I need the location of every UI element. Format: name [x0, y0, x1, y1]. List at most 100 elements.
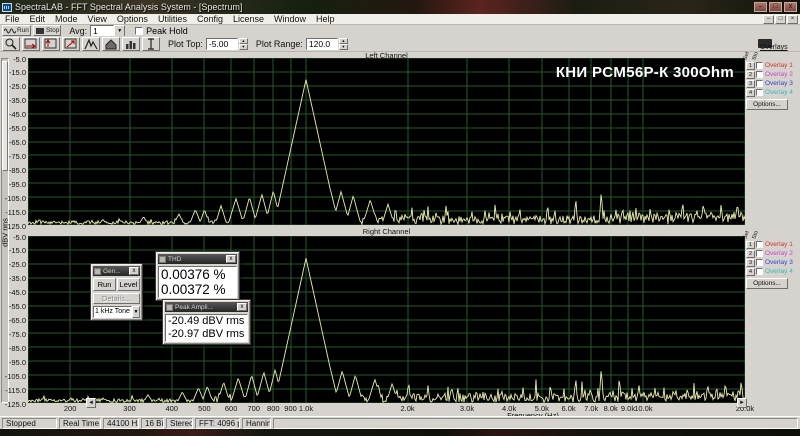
overlay-2-set-button[interactable]: 2 [746, 71, 755, 79]
generator-close-icon[interactable]: x [129, 267, 139, 275]
title-bar[interactable]: SpectraLAB - FFT Spectral Analysis Syste… [0, 0, 800, 14]
overlay-3-checkbox[interactable] [756, 259, 763, 266]
overlay-2-label: Overlay 2 [765, 71, 793, 78]
generator-signal-select[interactable]: 1 kHz Tone ▼ [93, 306, 140, 318]
menu-item-view[interactable]: View [83, 14, 112, 25]
menu-item-file[interactable]: File [0, 14, 25, 25]
plot-top-spinner[interactable]: ▲▼ [239, 38, 248, 50]
overlay-row: 1Overlay 1 [746, 61, 800, 70]
avg-select[interactable]: 1 ▼ [90, 25, 125, 37]
menu-item-window[interactable]: Window [269, 14, 311, 25]
plot-range-label: Plot Range: [256, 39, 303, 49]
menu-item-mode[interactable]: Mode [50, 14, 83, 25]
overlay-4-checkbox[interactable] [756, 268, 763, 275]
thd-close-icon[interactable]: x [226, 255, 236, 263]
menu-bar: FileEditModeViewOptionsUtilitiesConfigLi… [0, 14, 800, 25]
close-icon[interactable]: x [784, 2, 797, 12]
x-tick: 400 [157, 404, 187, 413]
overlay-1-set-button[interactable]: 1 [746, 62, 755, 70]
peak-window-title: Peak Ampli... [175, 304, 213, 311]
generator-window-titlebar[interactable]: Gen... x [93, 266, 140, 276]
time-axis-button[interactable] [22, 37, 40, 51]
peak-right-value: -20.97 dBV rms [166, 328, 247, 341]
thd-right-value: 0.00372 % [159, 282, 236, 297]
chevron-down-icon[interactable]: ▼ [132, 306, 140, 318]
right-y-tick: -55.0 [0, 302, 26, 311]
overlay-1-checkbox[interactable] [756, 241, 763, 248]
menu-item-edit[interactable]: Edit [25, 14, 51, 25]
x-tick: 500 [189, 404, 219, 413]
zoom-button[interactable] [2, 37, 20, 51]
left-y-tick: -35.0 [0, 96, 26, 105]
overlay-3-set-button[interactable]: 3 [746, 259, 755, 267]
menu-item-help[interactable]: Help [311, 14, 340, 25]
overlay-1-set-button[interactable]: 1 [746, 241, 755, 249]
left-y-tick: -75.0 [0, 152, 26, 161]
scroll-left-icon[interactable]: ◄ [86, 398, 96, 408]
left-y-tick: -125.0 [0, 222, 26, 231]
scroll-right-icon[interactable]: ► [737, 398, 747, 408]
left-y-tick: -15.0 [0, 68, 26, 77]
generator-run-button[interactable]: Run [93, 278, 116, 291]
peak-hold-checkbox[interactable] [135, 27, 143, 35]
menu-item-options[interactable]: Options [112, 14, 153, 25]
amplitude-axis-button[interactable] [42, 37, 60, 51]
frequency-axis-button[interactable] [62, 37, 80, 51]
thd-window-titlebar[interactable]: THD x [158, 254, 237, 264]
overlay-4-checkbox[interactable] [756, 89, 763, 96]
time-axis-icon [24, 37, 38, 51]
run-button[interactable]: Run [2, 25, 31, 36]
zoom-icon [4, 37, 18, 51]
overlay-row: 3Overlay 3 [746, 258, 800, 267]
status-field-5: FFT: 4096 pts [195, 418, 240, 429]
menu-item-utilities[interactable]: Utilities [153, 14, 192, 25]
cursor-button[interactable] [142, 37, 160, 51]
peak-close-icon[interactable]: x [237, 303, 247, 311]
generator-window-icon [94, 268, 101, 275]
desktop-strip [0, 429, 800, 436]
overlay-3-checkbox[interactable] [756, 80, 763, 87]
peak-marker-button[interactable] [82, 37, 100, 51]
plot-range-input[interactable]: 120.0 [306, 38, 338, 50]
generator-details-button[interactable]: Details... [93, 293, 140, 304]
menu-item-license[interactable]: License [228, 14, 269, 25]
overlay-2-set-button[interactable]: 2 [746, 250, 755, 258]
plot-top-input[interactable]: -5.00 [206, 38, 238, 50]
generator-level-button[interactable]: Level [117, 278, 140, 291]
thd-left-value: 0.00376 % [159, 267, 236, 282]
left-y-tick: -5.0 [0, 55, 26, 64]
frequency-axis-icon [64, 37, 78, 51]
plot-range-spinner[interactable]: ▲▼ [339, 38, 348, 50]
menu-item-config[interactable]: Config [192, 14, 228, 25]
status-field-filler [273, 418, 798, 429]
overlay-1-checkbox[interactable] [756, 62, 763, 69]
home-button[interactable] [102, 37, 120, 51]
mdi-minimize-icon[interactable]: – [763, 15, 774, 24]
overlay-2-checkbox[interactable] [756, 71, 763, 78]
minimize-icon[interactable]: – [754, 2, 767, 12]
bar-display-button[interactable] [122, 37, 140, 51]
overlay-2-checkbox[interactable] [756, 250, 763, 257]
mdi-restore-icon[interactable]: □ [775, 15, 786, 24]
overlay-3-set-button[interactable]: 3 [746, 80, 755, 88]
overlay-4-label: Overlay 4 [765, 268, 793, 275]
peak-window-titlebar[interactable]: Peak Ampli... x [165, 302, 248, 312]
left-channel-plot[interactable] [28, 58, 745, 225]
overlay-row: 4 Overlay 4 [746, 267, 800, 276]
peak-marker-icon [84, 37, 98, 51]
overlay-1-label: Overlay 1 [765, 241, 793, 248]
chevron-down-icon[interactable]: ▼ [114, 25, 125, 37]
stop-button[interactable]: Stop [33, 25, 61, 36]
status-field-2: 44100 Hz [103, 418, 139, 429]
left-y-tick: -25.0 [0, 82, 26, 91]
overlay-options-button[interactable]: Options... [746, 278, 788, 289]
waveform-icon [4, 27, 16, 35]
overlay-4-set-button[interactable]: 4 [746, 268, 755, 276]
overlay-4-label: Overlay 4 [765, 89, 793, 96]
overlay-options-button[interactable]: Options... [746, 99, 788, 110]
mdi-close-icon[interactable]: × [787, 15, 798, 24]
overlay-4-set-button[interactable]: 4 [746, 89, 755, 97]
overlay-row: 4 Overlay 4 [746, 88, 800, 97]
maximize-icon[interactable]: □ [769, 2, 782, 12]
right-y-tick: -95.0 [0, 358, 26, 367]
